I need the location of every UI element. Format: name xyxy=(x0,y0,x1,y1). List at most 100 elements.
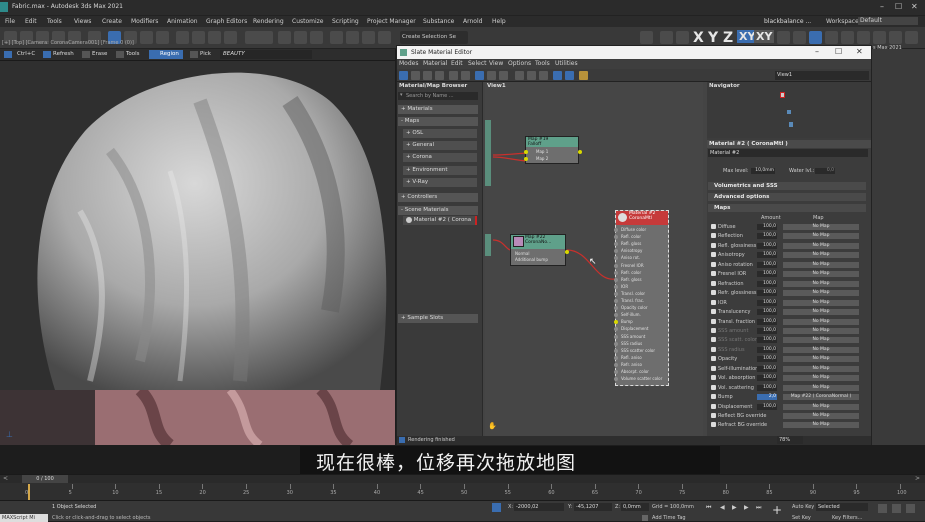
map-enable-checkbox[interactable] xyxy=(711,375,716,381)
mtl-input-slot[interactable] xyxy=(614,270,618,275)
axis-x-button[interactable]: X xyxy=(693,30,704,46)
spinner-snap-icon[interactable] xyxy=(378,31,391,44)
time-cursor[interactable] xyxy=(28,484,30,501)
map-amount-input[interactable]: 100,0 xyxy=(757,403,777,410)
key-filters-button[interactable]: Key Filters... xyxy=(832,515,862,521)
sme-assign-icon[interactable] xyxy=(435,71,444,80)
browser-item-general[interactable]: + General xyxy=(403,141,477,150)
map-amount-input[interactable]: 100,0 xyxy=(757,252,777,259)
sme-material-id-icon[interactable] xyxy=(527,71,536,80)
menu-customize[interactable]: Customize xyxy=(292,18,324,25)
snap-perp-icon[interactable] xyxy=(873,31,886,44)
map-enable-checkbox[interactable] xyxy=(711,290,716,296)
map-slot-button[interactable]: No Map xyxy=(783,280,859,287)
menu-substance[interactable]: Substance xyxy=(423,18,454,25)
map-slot-button[interactable]: No Map xyxy=(783,413,859,419)
pick-icon[interactable] xyxy=(190,51,198,58)
rect-selection-icon[interactable] xyxy=(140,31,153,44)
browser-item-osl[interactable]: + OSL xyxy=(403,129,477,138)
snap-options-icon[interactable] xyxy=(905,31,918,44)
close-icon[interactable]: ✕ xyxy=(911,2,918,11)
menu-rendering[interactable]: Rendering xyxy=(253,18,284,25)
map-slot-button[interactable]: No Map xyxy=(783,375,859,382)
mtl-input-slot[interactable] xyxy=(614,320,618,325)
command-panel-edge[interactable]: s Max 2021 xyxy=(872,45,925,445)
map-enable-checkbox[interactable] xyxy=(711,299,716,305)
map-enable-checkbox[interactable] xyxy=(711,224,716,229)
map-amount-input[interactable]: 100,0 xyxy=(757,337,777,344)
map-amount-input[interactable]: 100,0 xyxy=(757,309,777,316)
pick-button[interactable]: Pick xyxy=(200,51,211,57)
pivot-icon[interactable] xyxy=(278,31,291,44)
selection-set-dropdown[interactable]: Create Selection Se xyxy=(400,31,468,44)
time-slider-thumb[interactable]: 0 / 100 xyxy=(22,475,68,483)
mtl-input-slot[interactable] xyxy=(614,377,618,382)
browser-group-maps[interactable]: - Maps xyxy=(398,117,478,126)
sme-select-icon[interactable] xyxy=(399,71,408,80)
region-button[interactable]: Region xyxy=(160,51,179,57)
map-amount-input[interactable]: 100,0 xyxy=(757,242,777,249)
sme-menu-options[interactable]: Options xyxy=(508,60,531,67)
map-enable-checkbox[interactable] xyxy=(711,327,716,333)
map-amount-input[interactable]: 100,0 xyxy=(757,290,777,297)
sme-hide-slots-icon[interactable] xyxy=(539,71,548,80)
map-enable-checkbox[interactable] xyxy=(711,318,716,324)
snap-grid-icon[interactable] xyxy=(777,31,790,44)
mtl-input-slot[interactable] xyxy=(614,313,618,318)
tools-button[interactable]: Tools xyxy=(126,51,140,57)
map-slot-button[interactable]: No Map xyxy=(783,290,859,297)
map-amount-input[interactable]: 100,0 xyxy=(757,384,777,391)
map-slot-button[interactable]: No Map xyxy=(783,327,859,334)
mtl-input-slot[interactable] xyxy=(614,291,618,296)
rollout-maps[interactable]: Maps xyxy=(708,204,866,212)
sme-menu-tools[interactable]: Tools xyxy=(535,60,550,67)
axis-y-button[interactable]: Y xyxy=(708,30,718,46)
map-slot-button[interactable]: No Map xyxy=(783,233,859,240)
map-slot-button[interactable]: No Map xyxy=(783,242,859,249)
mtl-input-slot[interactable] xyxy=(614,306,618,311)
water-level-input[interactable]: 0,0 xyxy=(815,168,835,174)
y-coord-field[interactable]: -45,1207 xyxy=(574,503,612,511)
move-icon[interactable] xyxy=(176,31,189,44)
mtl-input-slot[interactable] xyxy=(614,256,618,261)
map-slot-button[interactable]: No Map xyxy=(783,403,859,410)
map-enable-checkbox[interactable] xyxy=(711,261,716,267)
normal-output-slot[interactable] xyxy=(565,250,569,254)
snap-tangent-icon[interactable] xyxy=(889,31,902,44)
map-amount-input[interactable]: 100,0 xyxy=(757,261,777,268)
window-crossing-icon[interactable] xyxy=(156,31,169,44)
map-amount-input[interactable]: 100,0 xyxy=(757,224,777,230)
menu-scripting[interactable]: Scripting xyxy=(332,18,359,25)
browser-search-input[interactable]: Search by Name ... xyxy=(398,92,478,100)
time-tag-icon[interactable] xyxy=(642,515,648,521)
browser-group-scene-materials[interactable]: - Scene Materials xyxy=(398,206,478,215)
map-enable-checkbox[interactable] xyxy=(711,252,716,258)
sme-delete-icon[interactable] xyxy=(449,71,458,80)
map-amount-input[interactable]: 100,0 xyxy=(757,299,777,306)
mtl-input-slot[interactable] xyxy=(614,299,618,303)
refresh-button[interactable]: Refresh xyxy=(53,51,74,57)
timeline[interactable]: < 0 / 100 > 0 5 10 15 20 25 30 35 40 45 50 55 60 65 70… xyxy=(0,474,925,501)
map-slot-button[interactable]: No Map xyxy=(783,299,859,306)
browser-group-controllers[interactable]: + Controllers xyxy=(398,193,478,202)
curve-editor-icon[interactable] xyxy=(640,31,653,44)
menu-views[interactable]: Views xyxy=(74,18,91,25)
x-coord-field[interactable]: -2000,02 xyxy=(514,503,564,511)
menu-animation[interactable]: Animation xyxy=(167,18,198,25)
map-enable-checkbox[interactable] xyxy=(711,346,716,352)
percent-snap-icon[interactable] xyxy=(362,31,375,44)
map-slot-button[interactable]: No Map xyxy=(783,346,859,353)
map-enable-checkbox[interactable] xyxy=(711,309,716,315)
sme-menu-modes[interactable]: Modes xyxy=(399,60,418,67)
map-enable-checkbox[interactable] xyxy=(711,394,716,400)
map-enable-checkbox[interactable] xyxy=(711,233,716,239)
sme-menu-edit[interactable]: Edit xyxy=(451,60,463,67)
erase-button[interactable]: Erase xyxy=(92,51,107,57)
rollout-volumetrics-sss[interactable]: Volumetrics and SSS xyxy=(708,182,866,190)
map-amount-input[interactable]: 100,0 xyxy=(757,233,777,240)
snap-pivot-icon[interactable] xyxy=(841,31,854,44)
map-amount-input[interactable]: 100,0 xyxy=(757,318,777,325)
mtl-input-slot[interactable] xyxy=(614,228,618,232)
sme-parameter-wiring-icon[interactable] xyxy=(579,71,588,80)
map-enable-checkbox[interactable] xyxy=(711,365,716,371)
